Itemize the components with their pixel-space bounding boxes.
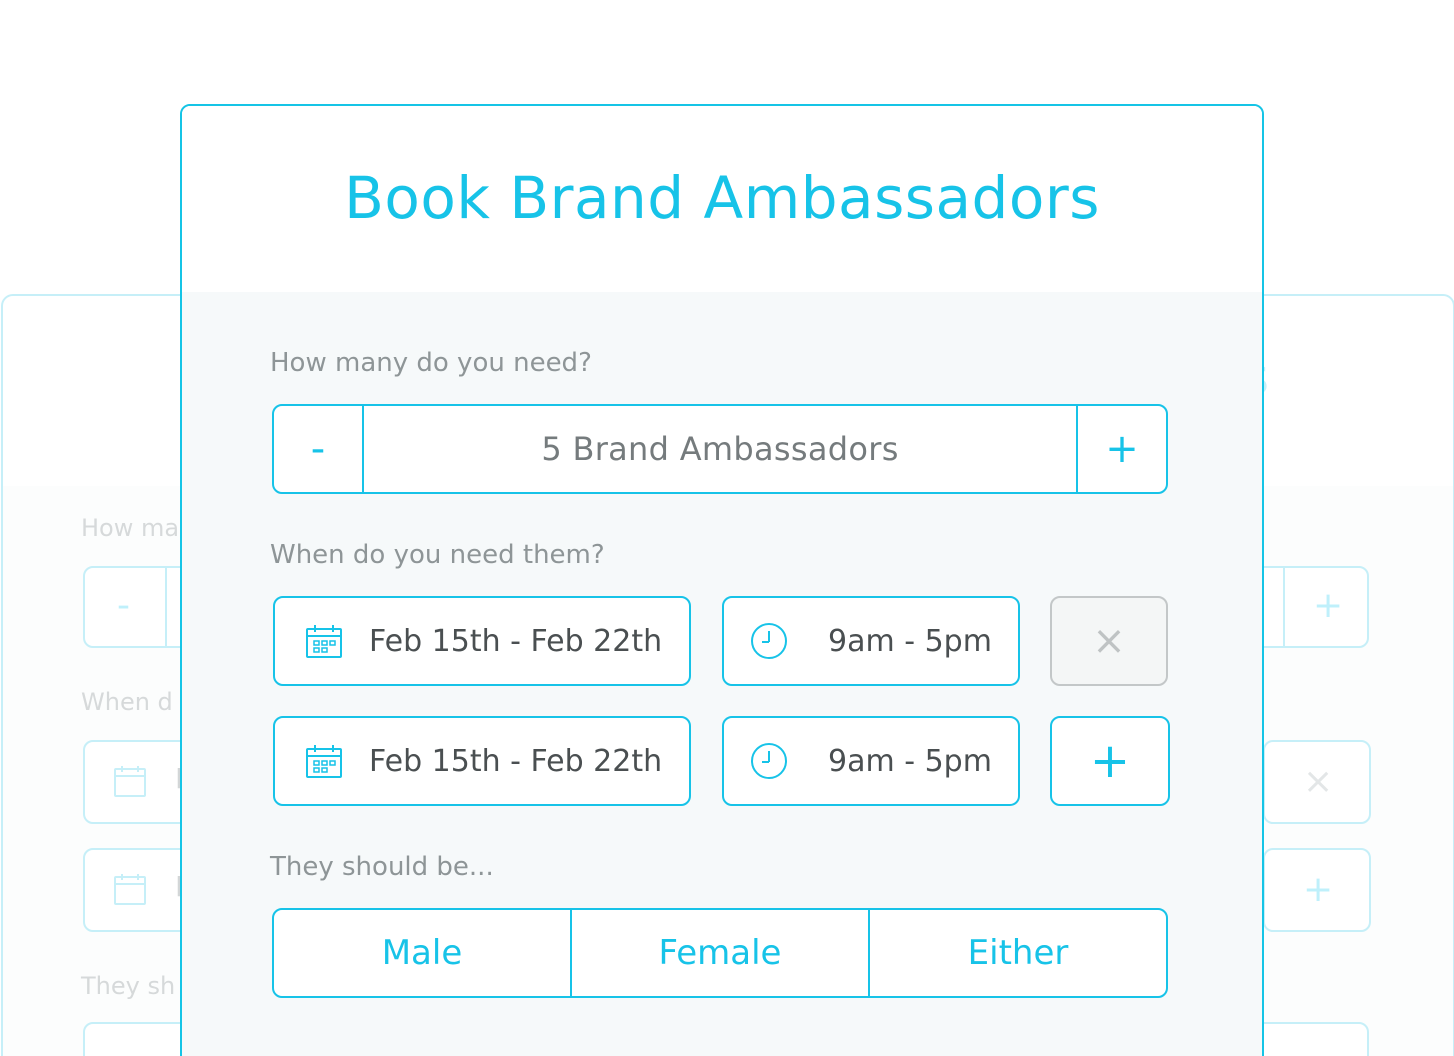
remove-row-button[interactable]: ×: [1050, 596, 1168, 686]
time-range-value-2: 9am - 5pm: [828, 743, 992, 779]
background-plus-icon: +: [1313, 585, 1344, 626]
gender-option-male[interactable]: Male: [274, 910, 570, 996]
calendar-icon: [305, 623, 343, 659]
date-range-value-2: Feb 15th - Feb 22th: [369, 743, 663, 779]
background-add-button: +: [1263, 848, 1371, 932]
close-icon: ×: [1092, 618, 1126, 664]
date-range-value-1: Feb 15th - Feb 22th: [369, 623, 663, 659]
time-range-field-1[interactable]: 9am - 5pm: [722, 596, 1020, 686]
background-calendar-icon: [114, 766, 146, 797]
increment-button[interactable]: +: [1076, 406, 1166, 492]
quantity-stepper: - 5 Brand Ambassadors +: [272, 404, 1168, 494]
calendar-icon: [305, 743, 343, 779]
background-calendar-icon: [114, 874, 146, 905]
background-quantity-label: How ma: [81, 514, 180, 542]
page-title: Book Brand Ambassadors: [344, 164, 1100, 232]
background-gender-label: They sh: [81, 972, 176, 1000]
clock-icon: [750, 622, 788, 660]
background-schedule-label: When d: [81, 688, 173, 716]
quantity-label: How many do you need?: [270, 348, 592, 378]
gender-option-either[interactable]: Either: [868, 910, 1166, 996]
quantity-value: 5 Brand Ambassadors: [541, 430, 899, 468]
time-range-field-2[interactable]: 9am - 5pm: [722, 716, 1020, 806]
decrement-button[interactable]: -: [274, 406, 364, 492]
date-range-field-1[interactable]: Feb 15th - Feb 22th: [273, 596, 691, 686]
date-range-field-2[interactable]: Feb 15th - Feb 22th: [273, 716, 691, 806]
background-plus-icon: +: [1303, 869, 1334, 910]
gender-label: They should be...: [270, 852, 494, 882]
plus-icon: +: [1089, 733, 1131, 789]
schedule-label: When do you need them?: [270, 540, 605, 570]
clock-icon: [750, 742, 788, 780]
booking-card-header: Book Brand Ambassadors: [182, 106, 1262, 292]
add-row-button[interactable]: +: [1050, 716, 1170, 806]
background-stepper-divider-right: [1283, 568, 1285, 646]
background-remove-button: ×: [1263, 740, 1371, 824]
background-minus-icon: -: [117, 585, 130, 626]
booking-card: Book Brand Ambassadors How many do you n…: [180, 104, 1264, 1056]
gender-segmented-control: Male Female Either: [272, 908, 1168, 998]
page: s How ma - + When d F ×: [0, 0, 1454, 1056]
background-close-icon: ×: [1303, 761, 1334, 802]
gender-option-female[interactable]: Female: [570, 910, 868, 996]
time-range-value-1: 9am - 5pm: [828, 623, 992, 659]
background-stepper-divider-left: [165, 568, 167, 646]
